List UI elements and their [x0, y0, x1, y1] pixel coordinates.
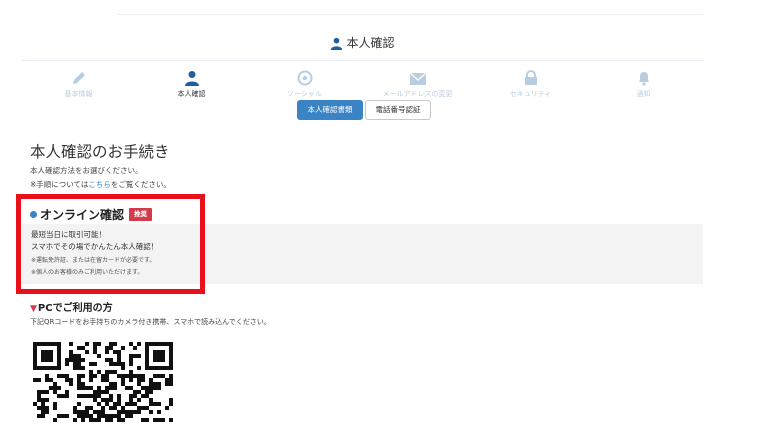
intro-procedure-text: ※手順についてはこちらをご覧ください。	[30, 179, 171, 190]
intro-suffix: をご覧ください。	[110, 180, 171, 189]
bell-icon	[638, 72, 649, 86]
id-documents-button[interactable]: 本人確認書類	[297, 100, 363, 120]
phone-auth-button[interactable]: 電話番号認証	[365, 100, 431, 120]
tab-label: ソーシャル	[287, 90, 322, 98]
person-icon	[184, 71, 199, 86]
triangle-down-icon: ▼	[30, 304, 37, 314]
tab-email[interactable]: メールアドレスの変更	[361, 68, 474, 99]
pencil-icon	[72, 72, 85, 84]
intro-prefix: ※手順については	[30, 180, 89, 189]
tab-label: メールアドレスの変更	[382, 90, 453, 98]
tab-notifications[interactable]: 通知	[587, 68, 700, 99]
mail-icon	[409, 72, 426, 85]
lock-icon	[524, 70, 537, 85]
pc-description: 下記QRコードをお手持ちのカメラ付き携帯、スマホで読み込んでください。	[30, 318, 271, 326]
page-title: 本人確認のお手続き	[30, 143, 170, 161]
intro-text: 本人確認方法をお選びください。	[30, 166, 143, 175]
tab-social[interactable]: ソーシャル	[248, 68, 361, 99]
page-header: 本人確認	[22, 34, 703, 51]
person-icon	[331, 37, 343, 50]
tab-identity[interactable]: 本人確認	[135, 68, 248, 99]
tab-security[interactable]: セキュリティ	[474, 68, 587, 99]
tab-label: 通知	[636, 90, 651, 98]
qr-code-icon	[33, 342, 173, 422]
pc-title: PCでご利用の方	[37, 303, 113, 314]
social-icon	[297, 70, 312, 86]
header-title: 本人確認	[346, 36, 395, 50]
qr-code	[33, 342, 173, 422]
tab-label: 本人確認	[177, 90, 206, 98]
procedure-link[interactable]: こちら	[88, 180, 111, 189]
highlight-box	[16, 194, 205, 294]
tab-label: 基本情報	[64, 90, 93, 98]
tab-basic-info[interactable]: 基本情報	[22, 68, 135, 99]
top-divider	[117, 14, 703, 15]
tab-label: セキュリティ	[509, 90, 552, 98]
header-divider	[22, 60, 703, 61]
pc-section-heading: ▼PCでご利用の方	[30, 299, 113, 314]
